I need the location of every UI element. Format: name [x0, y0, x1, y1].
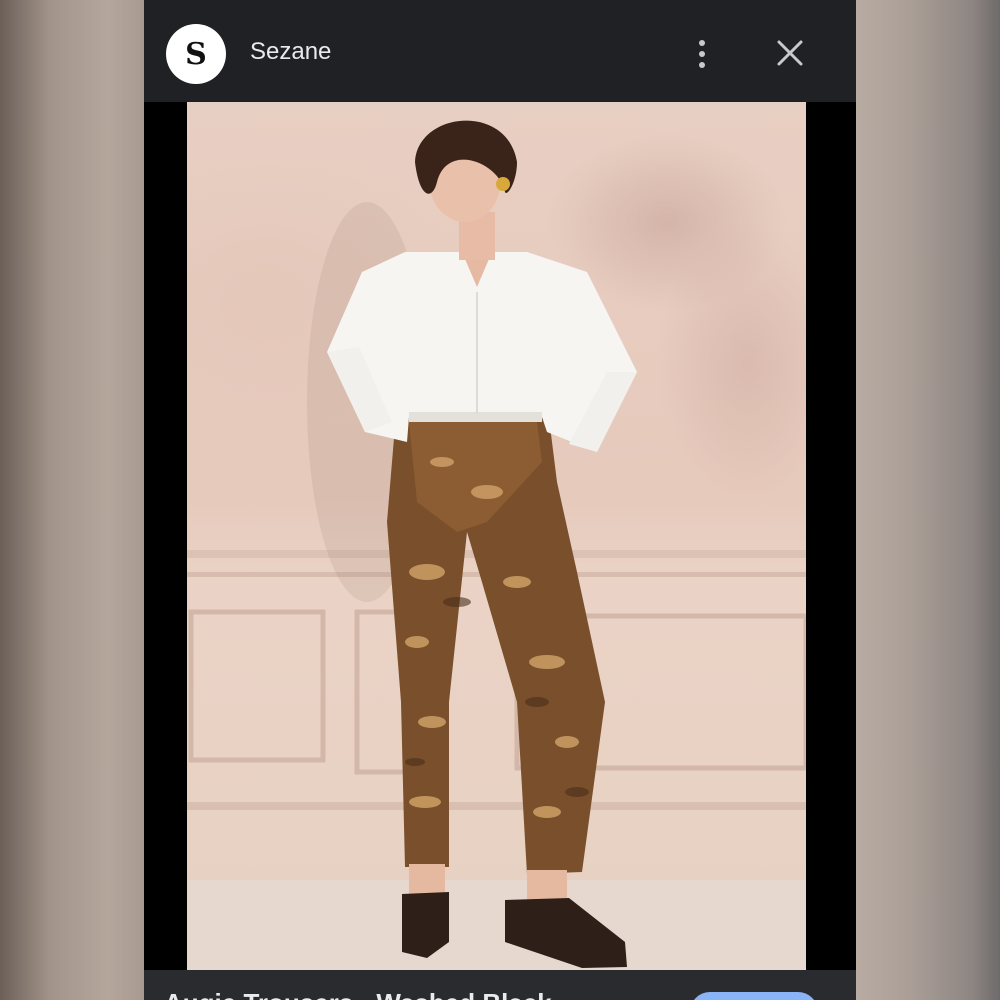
close-icon[interactable] — [770, 36, 810, 72]
photo-illustration — [187, 120, 806, 970]
image-viewer: S Sezane — [144, 0, 856, 1000]
background-right — [856, 0, 1000, 1000]
visit-button[interactable] — [690, 992, 818, 1000]
site-name[interactable]: Sezane — [250, 38, 331, 66]
result-info-bar: Augie Trousers - Washed Black — [144, 970, 856, 1000]
more-vert-icon[interactable] — [684, 34, 720, 74]
result-title[interactable]: Augie Trousers - Washed Black — [164, 988, 552, 1000]
product-photo[interactable] — [187, 102, 806, 970]
site-initial: S — [185, 36, 207, 72]
viewer-header: S Sezane — [144, 0, 856, 102]
background-left — [0, 0, 144, 1000]
site-avatar[interactable]: S — [166, 24, 226, 84]
image-area — [144, 102, 856, 1000]
